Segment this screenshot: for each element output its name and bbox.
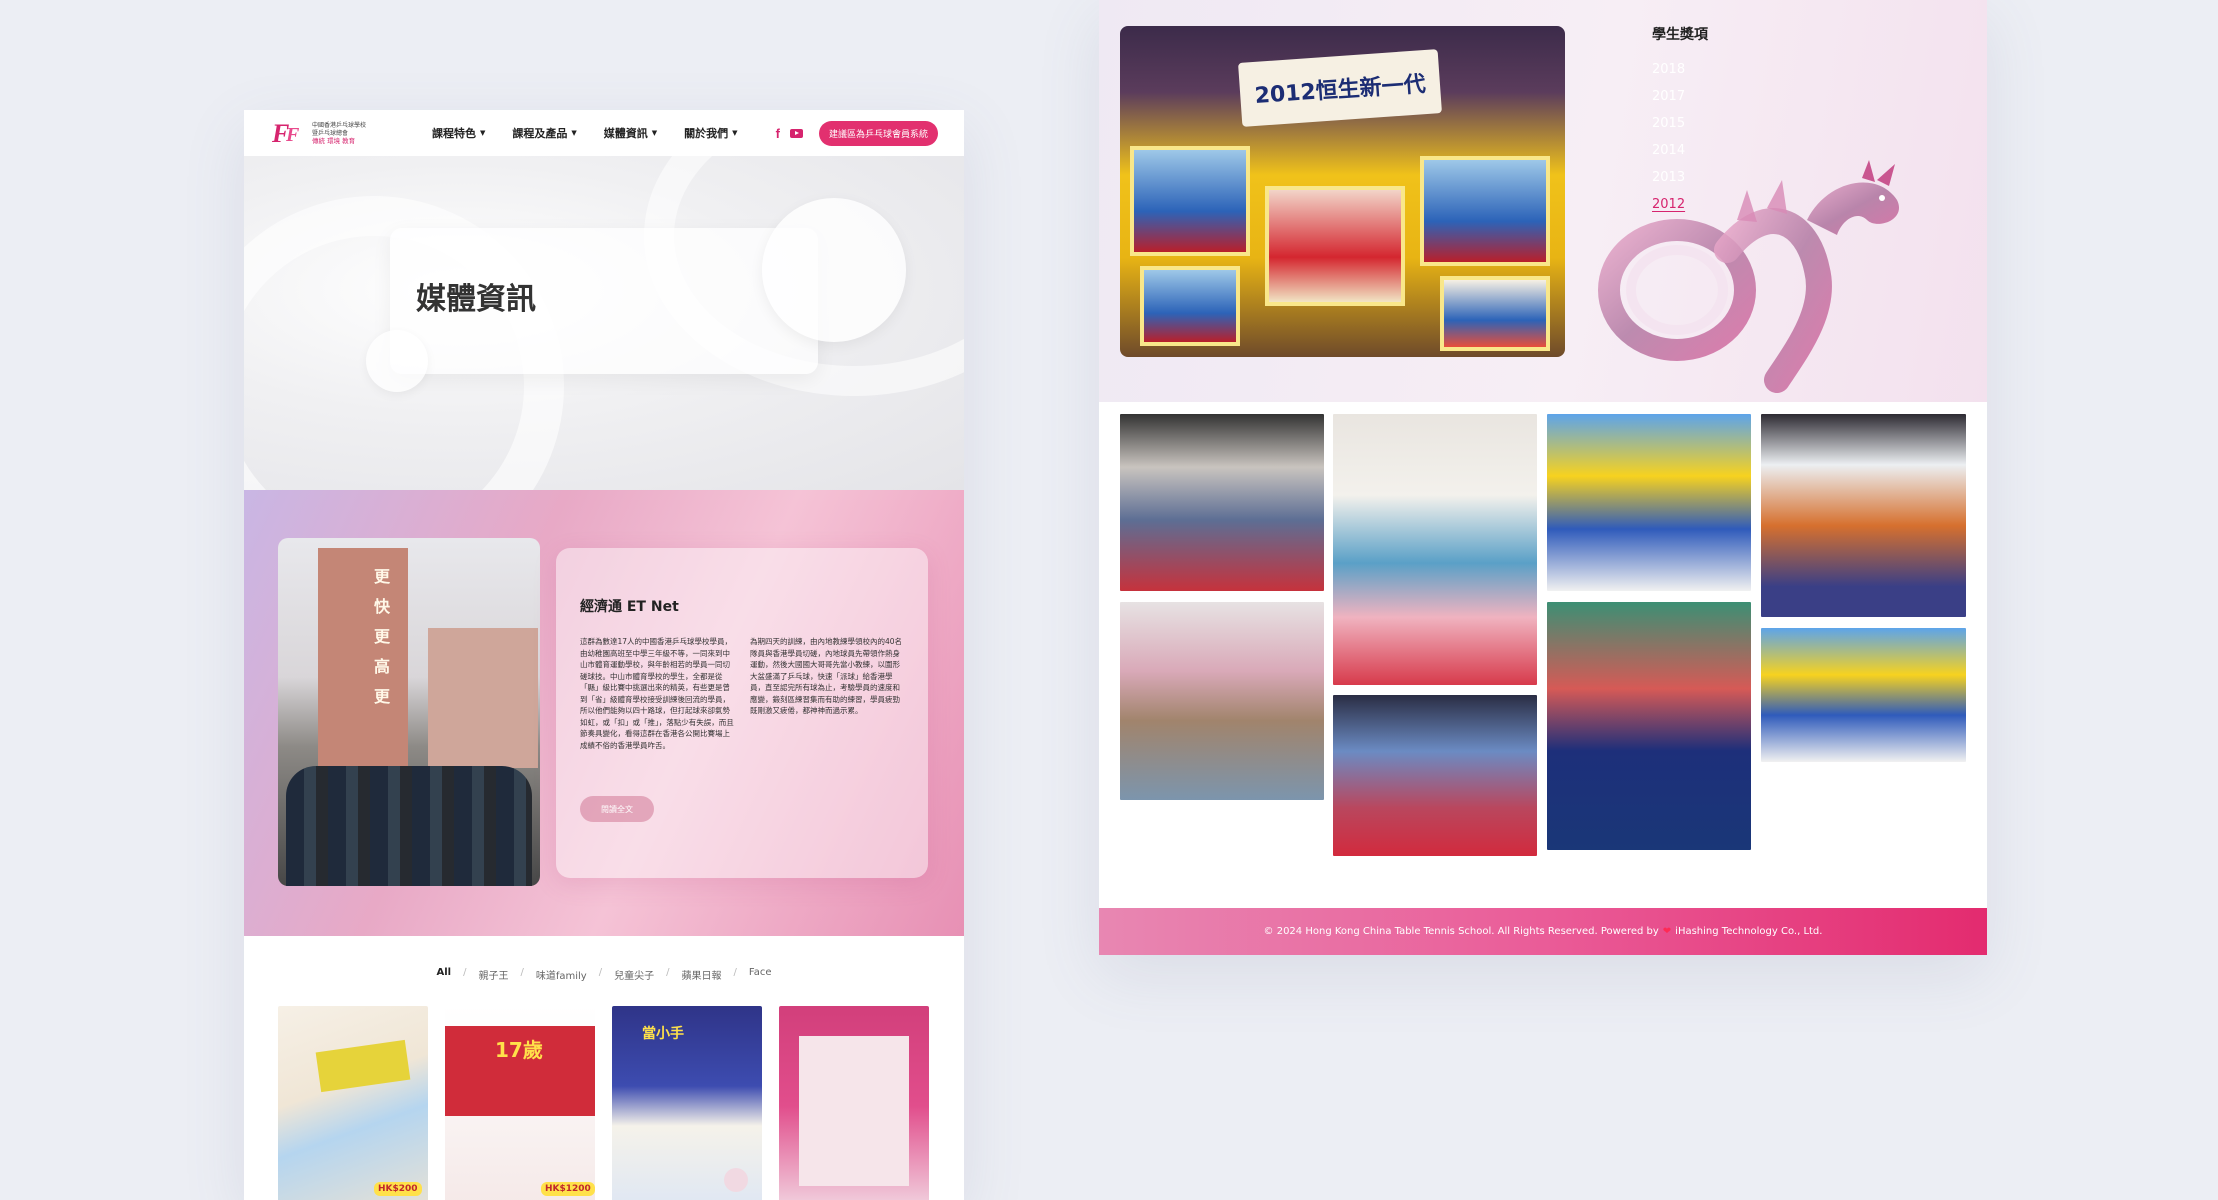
- photo-banner: 2012恒生新一代: [1238, 49, 1442, 127]
- year-link[interactable]: 2014: [1652, 143, 1685, 159]
- photo-collage-tile: [1265, 186, 1405, 306]
- gallery-photo[interactable]: [1120, 414, 1324, 591]
- year-link[interactable]: 2017: [1652, 89, 1685, 105]
- logo-mark-icon: FF: [272, 119, 300, 148]
- article-body: 這群為數達17人的中國香港乒乓球學校學員，由幼稚園高班至中學三年級不等，一同來到…: [580, 636, 906, 751]
- photo-collage-tile: [1130, 146, 1250, 256]
- thumbnail-price: HK$1200: [541, 1182, 595, 1196]
- media-thumbnail[interactable]: HK$200: [278, 1006, 428, 1200]
- award-feature-photo[interactable]: 2012恒生新一代: [1120, 26, 1565, 357]
- filter-tab[interactable]: Face: [749, 967, 772, 982]
- thumbnail-headline: 17歲: [495, 1038, 543, 1062]
- copyright-text: © 2024 Hong Kong China Table Tennis Scho…: [1263, 926, 1659, 937]
- media-thumbnail[interactable]: 當小手: [612, 1006, 762, 1200]
- logo-line-2: 暨乒乓球總會: [312, 129, 349, 137]
- photo-building: [428, 628, 538, 768]
- thumbnail-headline: 當小手: [642, 1026, 684, 1042]
- dragon-icon: [1598, 160, 1900, 393]
- article-card: 經濟通 ET Net 這群為數達17人的中國香港乒乓球學校學員，由幼稚園高班至中…: [556, 548, 928, 878]
- filter-tab[interactable]: 味道family: [536, 967, 587, 982]
- heart-icon: ❤: [1662, 926, 1672, 937]
- filter-tab-all[interactable]: All: [437, 967, 452, 982]
- powered-by-link[interactable]: iHashing Technology Co., Ltd.: [1675, 926, 1822, 937]
- photo-building: [318, 548, 408, 768]
- menu-item-label: 媒體資訊: [603, 127, 648, 140]
- decorative-circle: [366, 330, 428, 392]
- logo-text: 中國香港乒乓球學校 暨乒乓球總會 傳統 環境 教育: [312, 122, 366, 145]
- filter-tab[interactable]: 親子王: [478, 967, 508, 982]
- menu-item-media[interactable]: 媒體資訊 ▼: [604, 125, 657, 141]
- photo-collage-tile: [1140, 266, 1240, 346]
- media-page-screenshot: FF 中國香港乒乓球學校 暨乒乓球總會 傳統 環境 教育 課程特色 ▼ 課程及產…: [244, 110, 964, 1200]
- award-photo-gallery: [1120, 414, 1966, 914]
- article-photo: 更快更高更: [278, 538, 540, 886]
- menu-item-course-features[interactable]: 課程特色 ▼: [432, 125, 485, 141]
- menu-item-courses-products[interactable]: 課程及產品 ▼: [512, 125, 576, 141]
- social-links: f: [776, 126, 803, 141]
- member-system-button[interactable]: 建議區為乒乓球會員系統: [818, 120, 938, 146]
- hero-banner: 媒體資訊: [244, 156, 964, 490]
- gallery-photo[interactable]: [1761, 414, 1966, 617]
- page-title: 媒體資訊: [416, 282, 536, 317]
- media-thumbnail[interactable]: 17歲 HK$1200: [445, 1006, 595, 1200]
- filter-separator: /: [520, 967, 524, 978]
- awards-title: 學生獎項: [1652, 27, 1708, 43]
- menu-item-label: 課程特色: [432, 127, 476, 140]
- thumbnail-headline-block: [315, 1039, 411, 1093]
- chevron-down-icon: ▼: [732, 129, 738, 137]
- photo-collage-tile: [1440, 276, 1550, 351]
- filter-separator: /: [598, 967, 603, 978]
- menu-item-about[interactable]: 關於我們 ▼: [684, 125, 737, 141]
- filter-tab[interactable]: 兒童尖子: [614, 967, 654, 982]
- awards-section: 2012恒生新一代 學生獎項 2018 2017 2015 2014 2013 …: [1099, 0, 1987, 402]
- thumbnail-price: HK$200: [374, 1182, 422, 1196]
- article-heading: 經濟通 ET Net: [580, 599, 679, 615]
- top-nav: FF 中國香港乒乓球學校 暨乒乓球總會 傳統 環境 教育 課程特色 ▼ 課程及產…: [244, 110, 964, 156]
- thumbnail-photo-block: [799, 1036, 909, 1186]
- filter-tab[interactable]: 蘋果日報: [681, 967, 721, 982]
- gallery-photo[interactable]: [1761, 628, 1966, 762]
- year-link[interactable]: 2018: [1652, 62, 1685, 78]
- school-logo[interactable]: FF 中國香港乒乓球學校 暨乒乓球總會 傳統 環境 教育: [270, 119, 390, 147]
- photo-students: [286, 766, 532, 886]
- logo-tagline: 傳統 環境 教育: [312, 136, 356, 145]
- hero-card: 媒體資訊: [390, 228, 818, 374]
- gallery-photo[interactable]: [1547, 414, 1751, 591]
- chevron-down-icon: ▼: [480, 129, 486, 137]
- article-paragraph-left: 這群為數達17人的中國香港乒乓球學校學員，由幼稚園高班至中學三年級不等，一同來到…: [580, 637, 734, 750]
- logo-line-1: 中國香港乒乓球學校: [312, 121, 367, 129]
- gallery-photo[interactable]: [1547, 602, 1751, 850]
- facebook-icon[interactable]: f: [776, 126, 780, 141]
- gallery-photo[interactable]: [1333, 414, 1537, 685]
- youtube-icon[interactable]: [789, 128, 803, 138]
- filter-separator: /: [463, 967, 467, 978]
- chevron-down-icon: ▼: [571, 129, 577, 137]
- read-more-button[interactable]: 閱讀全文: [580, 796, 654, 822]
- filter-separator: /: [666, 967, 670, 978]
- gallery-photo[interactable]: [1333, 695, 1537, 856]
- media-thumbnail-grid: HK$200 17歲 HK$1200 當小手: [278, 1006, 929, 1200]
- article-paragraph-right: 為期四天的訓練，由內地教練學領校內的40名隊員與香港學員切磋，內地球員先帶領作熱…: [750, 637, 903, 715]
- photo-building-lettering: 更快更高更: [371, 568, 390, 718]
- awards-page-screenshot: 2012恒生新一代 學生獎項 2018 2017 2015 2014 2013 …: [1099, 0, 1987, 955]
- media-filter-tabs: All / 親子王 / 味道family / 兒童尖子 / 蘋果日報 / Fac…: [244, 967, 964, 982]
- featured-article: 更快更高更 經濟通 ET Net 這群為數達17人的中國香港乒乓球學校學員，由幼…: [244, 490, 964, 936]
- chevron-down-icon: ▼: [651, 129, 658, 137]
- menu-item-label: 關於我們: [684, 127, 729, 140]
- menu-item-label: 課程及產品: [512, 127, 568, 140]
- filter-separator: /: [733, 967, 737, 978]
- decorative-circle: [762, 198, 906, 342]
- site-footer: © 2024 Hong Kong China Table Tennis Scho…: [1099, 908, 1987, 955]
- main-menu: 課程特色 ▼ 課程及產品 ▼ 媒體資訊 ▼ 關於我們 ▼: [432, 125, 738, 141]
- ping-pong-ball-icon: [724, 1168, 748, 1192]
- gallery-photo[interactable]: [1120, 602, 1324, 800]
- year-link[interactable]: 2015: [1652, 116, 1685, 132]
- media-thumbnail[interactable]: [779, 1006, 929, 1200]
- photo-collage-tile: [1420, 156, 1550, 266]
